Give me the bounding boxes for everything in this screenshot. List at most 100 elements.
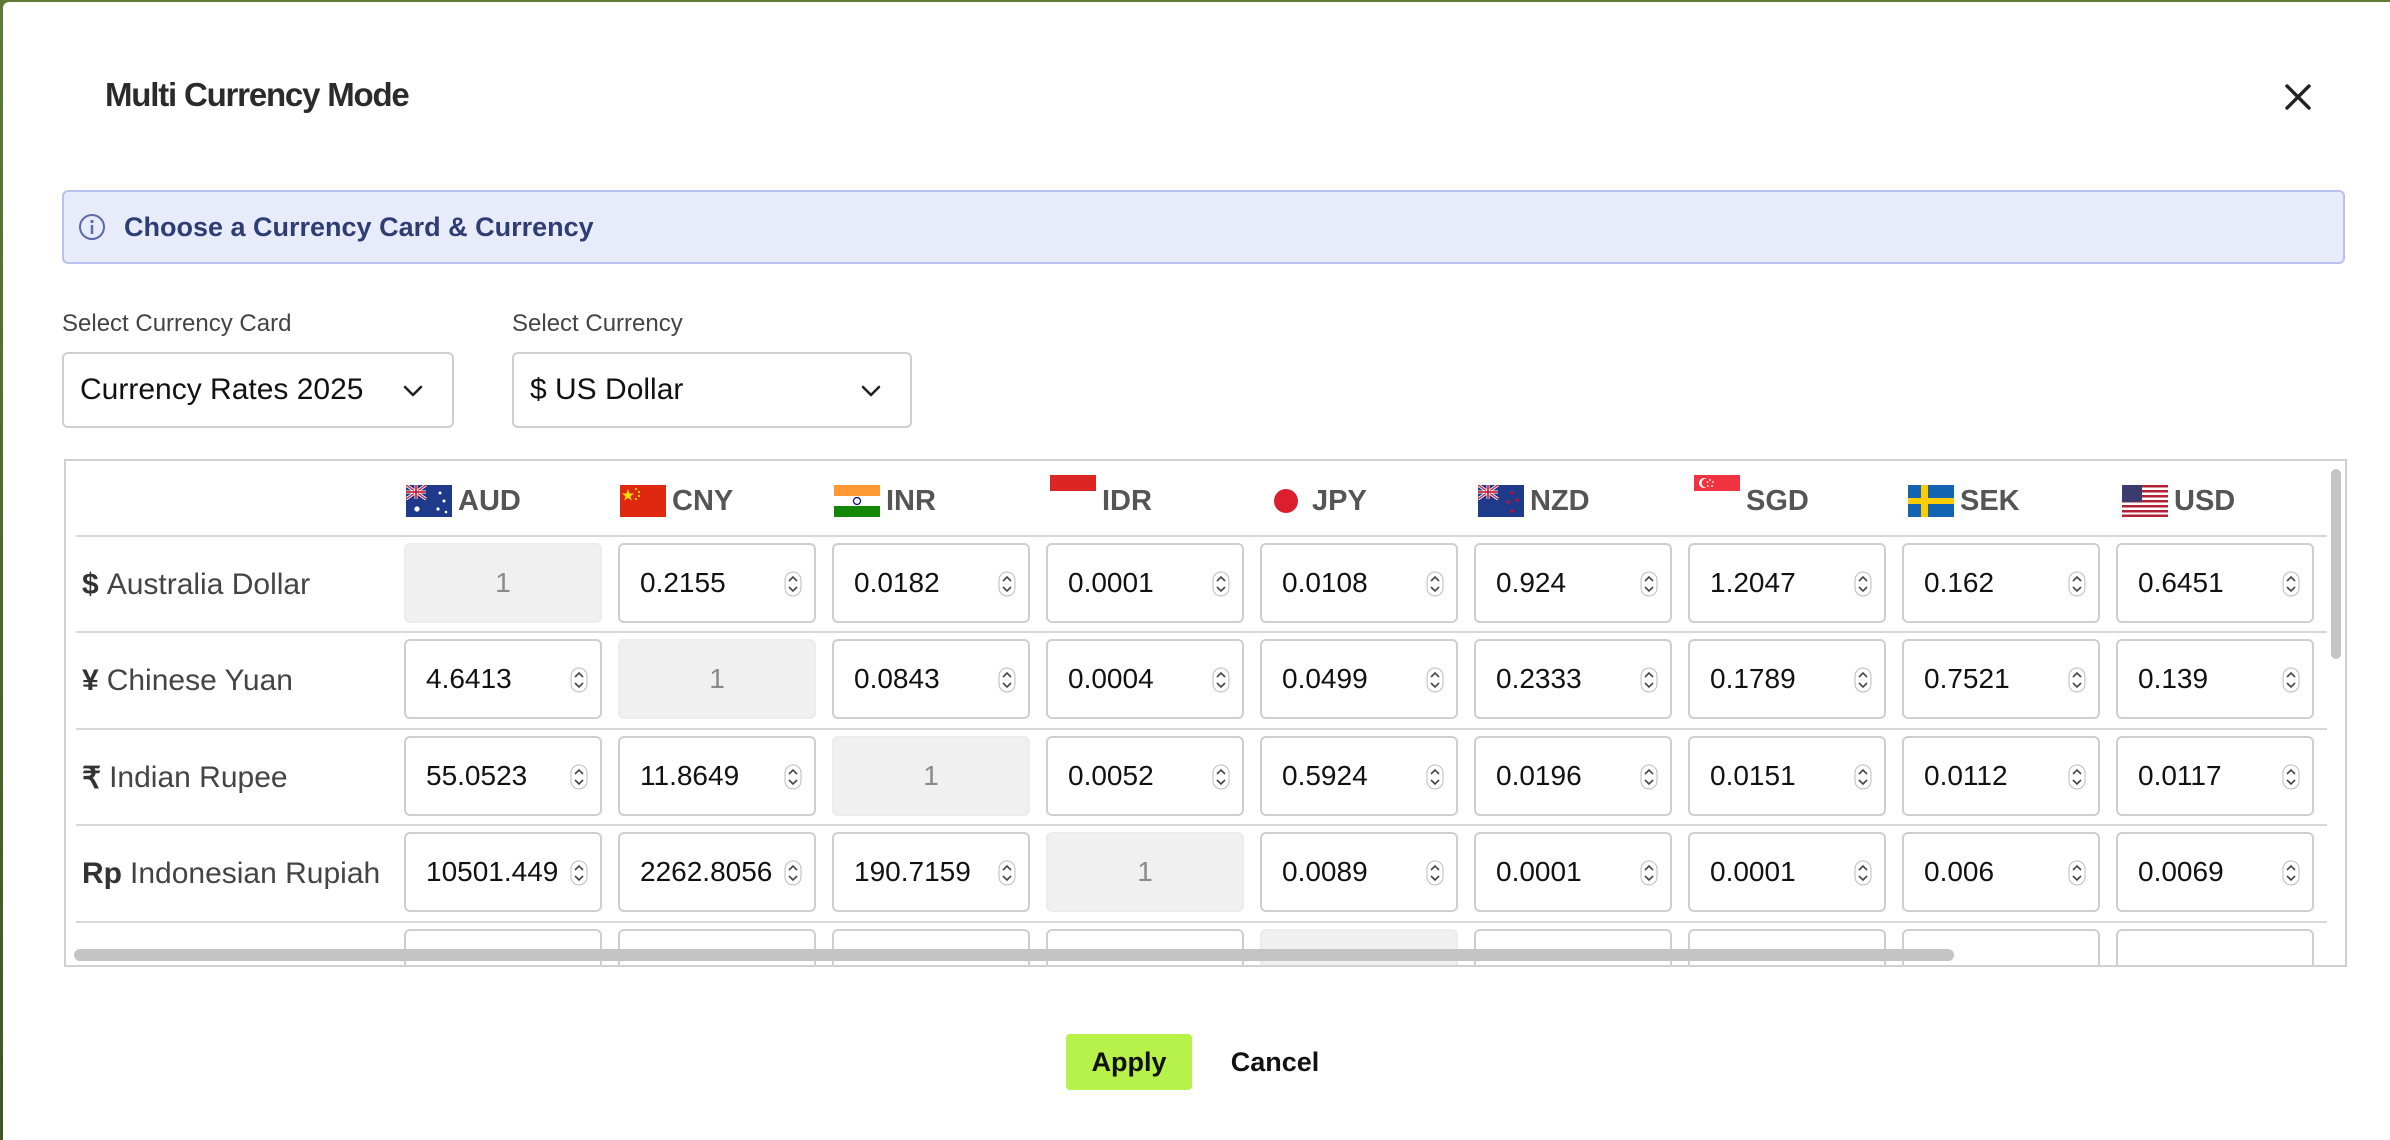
stepper-arrows-icon[interactable] (1640, 764, 1658, 790)
stepper-arrows-icon[interactable] (570, 764, 588, 790)
rate-input[interactable]: 0.0001 (1474, 832, 1672, 912)
rate-input[interactable]: 0.139 (2116, 639, 2314, 719)
stepper-arrows-icon[interactable] (1640, 860, 1658, 886)
rate-input[interactable]: 0.2155 (618, 543, 816, 623)
stepper-arrows-icon[interactable] (784, 860, 802, 886)
apply-button[interactable]: Apply (1066, 1034, 1192, 1090)
rate-input[interactable]: 0.0004 (1046, 639, 1244, 719)
stepper-arrows-icon[interactable] (784, 571, 802, 597)
horizontal-scroll-thumb[interactable] (74, 949, 1954, 961)
stepper-arrows-icon[interactable] (1426, 764, 1444, 790)
row-label-chinese-yuan: ¥ Chinese Yuan (82, 651, 293, 711)
rate-input[interactable]: 4.6413 (404, 639, 602, 719)
stepper-arrows-icon[interactable] (1212, 764, 1230, 790)
rate-input[interactable]: 0.2333 (1474, 639, 1672, 719)
rate-value: 0.0182 (854, 567, 940, 598)
rate-value: 0.0001 (1710, 856, 1796, 887)
stepper-arrows-icon[interactable] (998, 667, 1016, 693)
rate-input: 1 (832, 736, 1030, 816)
rate-input[interactable]: 0.1789 (1688, 639, 1886, 719)
stepper-arrows-icon[interactable] (2068, 860, 2086, 886)
stepper-arrows-icon[interactable] (1854, 764, 1872, 790)
currency-name: Indonesian Rupiah (130, 857, 381, 890)
singapore-flag-icon (1694, 475, 1740, 507)
column-header-sgd: SGD (1694, 475, 1809, 521)
rate-input[interactable]: 0.0001 (1046, 543, 1244, 623)
horizontal-scrollbar[interactable] (66, 943, 2345, 965)
rate-input[interactable]: 0.0196 (1474, 736, 1672, 816)
rate-value: 1 (1137, 856, 1153, 887)
stepper-arrows-icon[interactable] (1426, 860, 1444, 886)
rate-input[interactable]: 0.0089 (1260, 832, 1458, 912)
rate-value: 10501.449 (426, 856, 559, 887)
stepper-arrows-icon[interactable] (1212, 571, 1230, 597)
stepper-arrows-icon[interactable] (1426, 571, 1444, 597)
stepper-arrows-icon[interactable] (570, 860, 588, 886)
rate-input[interactable]: 0.924 (1474, 543, 1672, 623)
column-header-usd: USD (2122, 481, 2235, 521)
currency-value: $ US Dollar (530, 373, 684, 406)
rate-input[interactable]: 0.0117 (2116, 736, 2314, 816)
stepper-arrows-icon[interactable] (1854, 860, 1872, 886)
column-header-nzd: NZD (1478, 481, 1590, 521)
rate-input[interactable]: 1.2047 (1688, 543, 1886, 623)
stepper-arrows-icon[interactable] (1212, 667, 1230, 693)
vertical-scrollbar[interactable] (2331, 469, 2341, 659)
rate-input[interactable]: 0.6451 (2116, 543, 2314, 623)
stepper-arrows-icon[interactable] (1640, 571, 1658, 597)
rate-input[interactable]: 0.5924 (1260, 736, 1458, 816)
stepper-arrows-icon[interactable] (570, 667, 588, 693)
close-button[interactable] (2277, 76, 2319, 118)
sweden-flag-icon (1908, 485, 1954, 517)
rate-input[interactable]: 0.162 (1902, 543, 2100, 623)
rate-input[interactable]: 0.0069 (2116, 832, 2314, 912)
stepper-arrows-icon[interactable] (2068, 667, 2086, 693)
info-banner: Choose a Currency Card & Currency (62, 190, 2345, 264)
stepper-arrows-icon[interactable] (998, 571, 1016, 597)
rate-input[interactable]: 10501.449 (404, 832, 602, 912)
stepper-arrows-icon[interactable] (1640, 667, 1658, 693)
stepper-arrows-icon[interactable] (2282, 860, 2300, 886)
rate-input[interactable]: 0.0112 (1902, 736, 2100, 816)
cancel-button[interactable]: Cancel (1225, 1034, 1325, 1090)
stepper-arrows-icon[interactable] (2282, 571, 2300, 597)
rate-input[interactable]: 2262.8056 (618, 832, 816, 912)
rate-value: 55.0523 (426, 760, 528, 791)
stepper-arrows-icon[interactable] (1854, 667, 1872, 693)
rate-input[interactable]: 0.0182 (832, 543, 1030, 623)
rate-value: 11.8649 (640, 760, 740, 791)
china-flag-icon (620, 485, 666, 517)
rate-value: 0.2333 (1496, 663, 1582, 694)
rate-input[interactable]: 0.006 (1902, 832, 2100, 912)
rate-input[interactable]: 0.0052 (1046, 736, 1244, 816)
rate-input[interactable]: 11.8649 (618, 736, 816, 816)
rate-value: 0.0001 (1496, 856, 1582, 887)
stepper-arrows-icon[interactable] (2282, 667, 2300, 693)
column-code: CNY (672, 484, 734, 517)
stepper-arrows-icon[interactable] (2068, 571, 2086, 597)
rate-input[interactable]: 0.0108 (1260, 543, 1458, 623)
rate-input[interactable]: 0.0843 (832, 639, 1030, 719)
currency-name: Indian Rupee (109, 761, 288, 794)
stepper-arrows-icon[interactable] (1426, 667, 1444, 693)
stepper-arrows-icon[interactable] (998, 860, 1016, 886)
rate-input[interactable]: 0.0151 (1688, 736, 1886, 816)
rate-input: 1 (618, 639, 816, 719)
rate-input[interactable]: 55.0523 (404, 736, 602, 816)
column-header-sek: SEK (1908, 481, 2020, 521)
stepper-arrows-icon[interactable] (2282, 764, 2300, 790)
stepper-arrows-icon[interactable] (784, 764, 802, 790)
currency-card-select[interactable]: Currency Rates 2025 (62, 352, 454, 428)
rate-input[interactable]: 190.7159 (832, 832, 1030, 912)
rate-value: 0.5924 (1282, 760, 1368, 791)
currency-select[interactable]: $ US Dollar (512, 352, 912, 428)
rate-input[interactable]: 0.7521 (1902, 639, 2100, 719)
stepper-arrows-icon[interactable] (2068, 764, 2086, 790)
column-code: SGD (1746, 484, 1809, 517)
chevron-down-icon (403, 385, 423, 397)
stepper-arrows-icon[interactable] (1854, 571, 1872, 597)
rate-value: 0.7521 (1924, 663, 2010, 694)
multi-currency-dialog: Multi Currency Mode Choose a Currency Ca… (3, 2, 2390, 1140)
rate-input[interactable]: 0.0499 (1260, 639, 1458, 719)
rate-input[interactable]: 0.0001 (1688, 832, 1886, 912)
